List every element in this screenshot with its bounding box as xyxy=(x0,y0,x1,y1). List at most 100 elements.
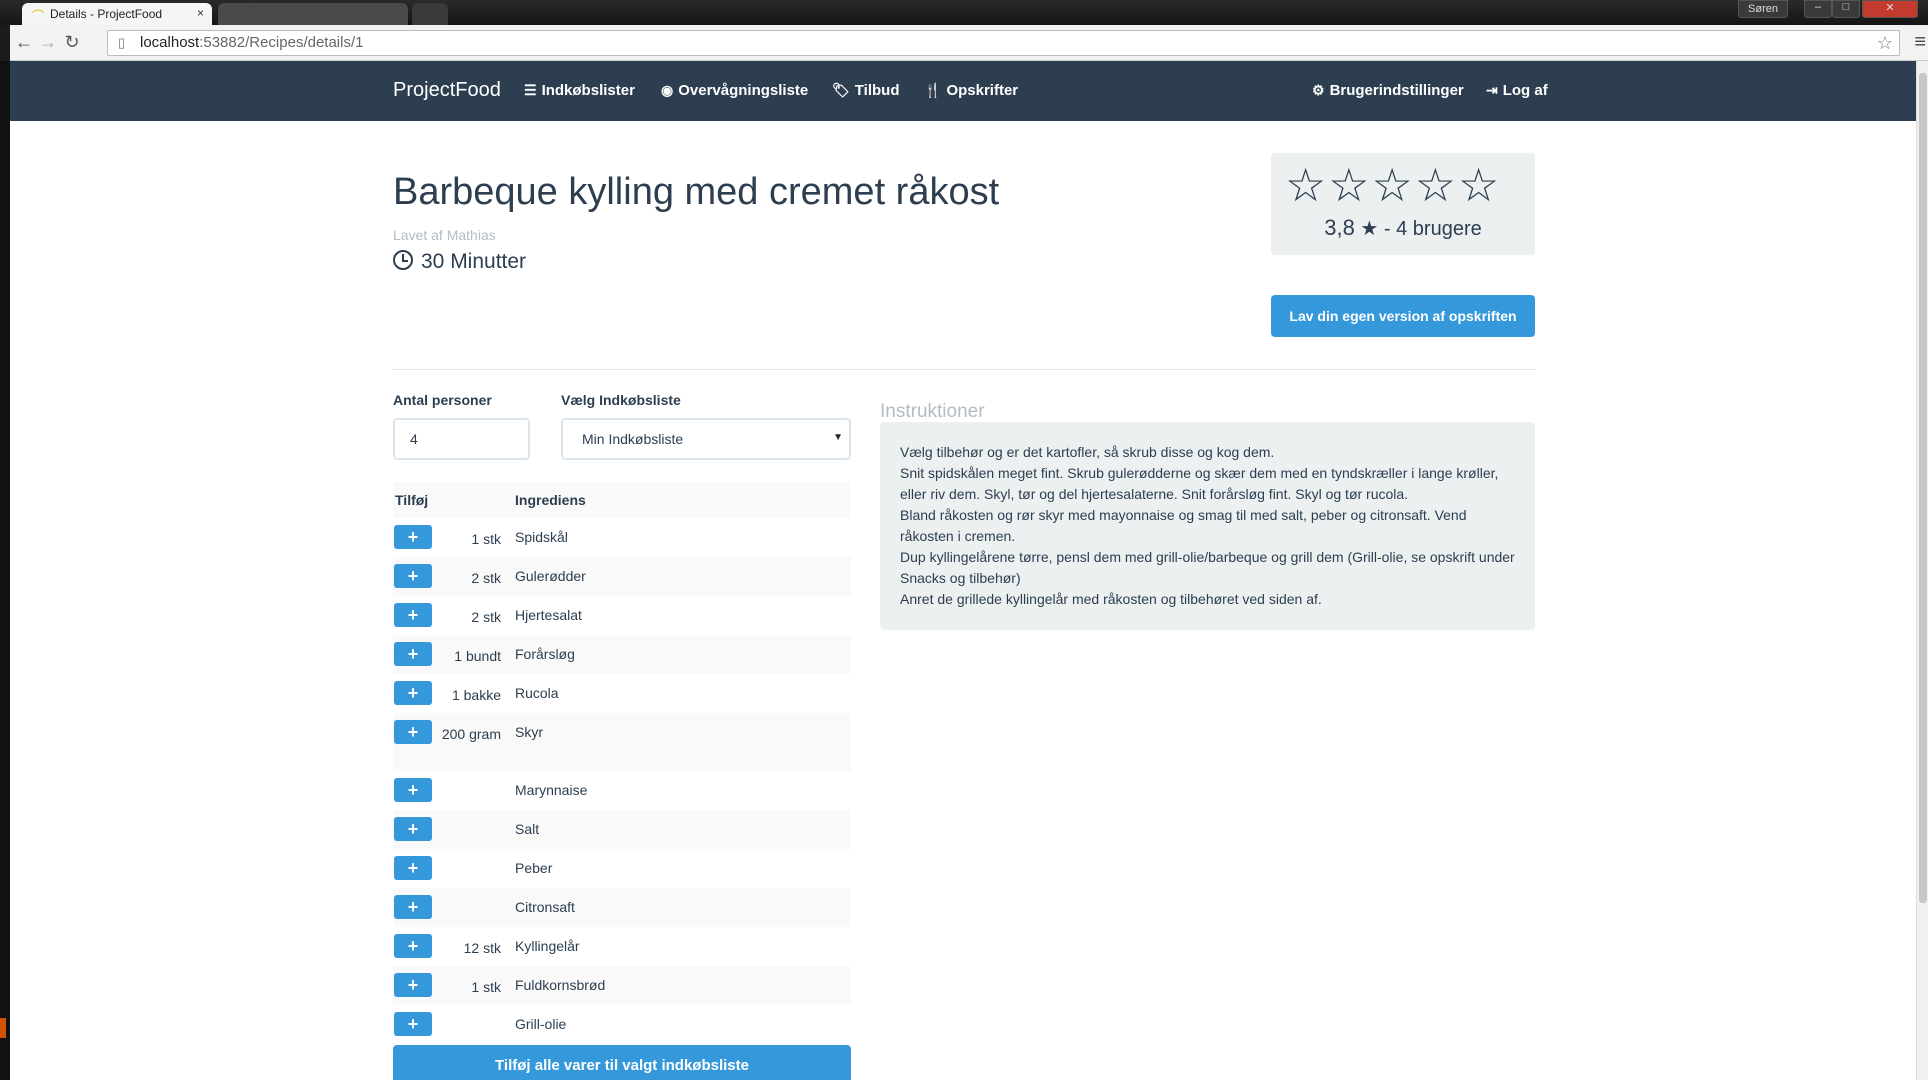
add-ingredient-button[interactable]: + xyxy=(394,1012,432,1036)
ingredient-amount: 200 gram xyxy=(441,726,501,742)
instruction-line: Dup kyllingelårene tørre, pensl dem med … xyxy=(900,549,1515,586)
nav-log-af[interactable]: ⇥ Log af xyxy=(1486,82,1548,99)
ingredient-amount: 1 stk xyxy=(471,531,501,547)
list-label: Vælg Indkøbsliste xyxy=(561,392,681,408)
persons-label: Antal personer xyxy=(393,392,492,408)
add-ingredient-button[interactable]: + xyxy=(394,973,432,997)
tab-other[interactable] xyxy=(218,3,408,25)
tab-title: Details - ProjectFood xyxy=(50,7,163,21)
ingredient-amount: 2 stk xyxy=(471,609,501,625)
table-row: +1 stk Fuldkornsbrød xyxy=(393,966,851,1005)
nav-label: Log af xyxy=(1502,82,1548,99)
rating-users: - 4 brugere xyxy=(1383,218,1482,240)
ingredient-amount: 12 stk xyxy=(463,940,501,956)
ingredient-name: Gulerødder xyxy=(515,568,586,584)
rating-stars[interactable]: ☆☆☆☆☆ xyxy=(1285,158,1501,212)
tab-details[interactable]: ⌒ Details - ProjectFood × xyxy=(22,3,212,25)
nav-label: Opskrifter xyxy=(946,82,1019,99)
ingredients-table: Tilføj Ingrediens +1 stk Spidskål +2 stk Gu… xyxy=(393,482,851,1044)
minimize-icon[interactable]: – xyxy=(1804,0,1832,18)
ingredient-name: Kyllingelår xyxy=(515,938,580,954)
browser-menu-icon[interactable]: ≡ xyxy=(1914,31,1926,54)
add-ingredient-button[interactable]: + xyxy=(394,564,432,588)
ingredient-name: Hjertesalat xyxy=(515,607,582,623)
maximize-icon[interactable]: □ xyxy=(1832,0,1860,18)
add-ingredient-button[interactable]: + xyxy=(394,856,432,880)
cutlery-icon: 🍴 xyxy=(924,82,942,98)
projectfood-favicon-icon: ⌒ xyxy=(32,9,45,23)
instruction-line: Bland råkosten og rør skyr med mayonnais… xyxy=(900,507,1467,544)
own-version-button[interactable]: Lav din egen version af opskriften xyxy=(1271,295,1535,337)
add-ingredient-button[interactable]: + xyxy=(394,720,432,744)
star-icon: ★ xyxy=(1360,218,1379,240)
divider xyxy=(393,369,1535,370)
rating-average: 3,8 xyxy=(1324,215,1355,240)
table-row: +1 bakke Rucola xyxy=(393,674,851,713)
instructions-title: Instruktioner xyxy=(880,401,985,422)
tag-icon: 🏷 xyxy=(832,82,850,98)
table-row: + Citronsaft xyxy=(393,888,851,927)
page-viewport: ProjectFood ☰ Indkøbslister ◉ Overvågnings… xyxy=(10,61,1916,1080)
add-ingredient-button[interactable]: + xyxy=(394,525,432,549)
address-bar[interactable]: ▯ localhost:53882/Recipes/details/1 ☆ xyxy=(107,30,1900,56)
gear-icon: ⚙ xyxy=(1312,82,1325,98)
ingredient-rows: +1 stk Spidskål +2 stk Gulerødder +2 stk Hjer… xyxy=(393,518,851,1044)
left-edge xyxy=(0,61,10,1080)
add-ingredient-button[interactable]: + xyxy=(394,681,432,705)
table-header: Tilføj Ingrediens xyxy=(393,482,851,518)
close-window-icon[interactable]: ✕ xyxy=(1862,0,1918,18)
page-scrollbar[interactable] xyxy=(1916,61,1928,1080)
table-row: +2 stk Hjertesalat xyxy=(393,596,851,635)
add-all-button[interactable]: Tilføj alle varer til valgt indkøbsliste xyxy=(393,1045,851,1080)
ingredient-amount: 1 bundt xyxy=(454,648,501,664)
page-icon: ▯ xyxy=(118,35,126,50)
caret-down-icon: ▼ xyxy=(833,432,843,443)
rating-summary: 3,8 ★ - 4 brugere xyxy=(1271,215,1535,241)
header-ingredient: Ingrediens xyxy=(515,492,586,508)
add-ingredient-button[interactable]: + xyxy=(394,603,432,627)
shopping-list-select[interactable]: Min Indkøbsliste ▼ xyxy=(561,418,851,460)
ingredient-name: Rucola xyxy=(515,685,559,701)
reload-icon[interactable]: ↻ xyxy=(60,31,84,55)
nav-indkobslister[interactable]: ☰ Indkøbslister xyxy=(524,82,635,99)
table-row: +1 stk Spidskål xyxy=(393,518,851,557)
ingredient-amount: 1 stk xyxy=(471,979,501,995)
nav-overvagningsliste[interactable]: ◉ Overvågningsliste xyxy=(661,82,808,99)
nav-label: Brugerindstillinger xyxy=(1329,82,1464,99)
add-ingredient-button[interactable]: + xyxy=(394,778,432,802)
persons-input[interactable]: 4 xyxy=(393,418,530,460)
back-arrow-icon[interactable]: ← xyxy=(12,31,36,55)
taskbar-edge xyxy=(0,1018,6,1038)
ingredient-name: Spidskål xyxy=(515,529,568,545)
ingredient-name: Peber xyxy=(515,860,553,876)
table-row: +2 stk Gulerødder xyxy=(393,557,851,596)
url-path: :53882/Recipes/details/1 xyxy=(199,34,364,51)
user-badge[interactable]: Søren xyxy=(1738,0,1788,18)
instructions-box: Vælg tilbehør og er det kartofler, så sk… xyxy=(880,422,1535,630)
nav-brugerindstillinger[interactable]: ⚙ Brugerindstillinger xyxy=(1312,82,1464,99)
scroll-thumb[interactable] xyxy=(1919,73,1927,903)
nav-label: Indkøbslister xyxy=(541,82,635,99)
table-row: + Marynnaise xyxy=(393,771,851,810)
table-row: +12 stk Kyllingelår xyxy=(393,927,851,966)
instruction-line: Anret de grillede kyllingelår med råkost… xyxy=(900,591,1322,607)
nav-opskrifter[interactable]: 🍴 Opskrifter xyxy=(924,82,1018,99)
forward-arrow-icon[interactable]: → xyxy=(36,31,60,55)
ingredient-name: Marynnaise xyxy=(515,782,588,798)
eye-icon: ◉ xyxy=(661,82,674,98)
browser-toolbar: ← → ↻ ▯ localhost:53882/Recipes/details/… xyxy=(10,25,1928,61)
add-ingredient-button[interactable]: + xyxy=(394,895,432,919)
ingredient-name: Fuldkornsbrød xyxy=(515,977,606,993)
bookmark-star-icon[interactable]: ☆ xyxy=(1877,33,1893,54)
browser-window: ⌒ Details - ProjectFood × Søren – □ ✕ ← … xyxy=(0,0,1928,1080)
add-ingredient-button[interactable]: + xyxy=(394,642,432,666)
table-row: +200 gram Skyr xyxy=(393,713,851,771)
add-ingredient-button[interactable]: + xyxy=(394,934,432,958)
brand-link[interactable]: ProjectFood xyxy=(393,79,501,102)
new-tab-button[interactable] xyxy=(412,3,448,25)
ingredient-amount: 1 bakke xyxy=(451,687,501,703)
nav-tilbud[interactable]: 🏷 Tilbud xyxy=(832,82,900,99)
time-label: 30 Minutter xyxy=(421,250,527,273)
add-ingredient-button[interactable]: + xyxy=(394,817,432,841)
tab-close-icon[interactable]: × xyxy=(197,6,204,20)
